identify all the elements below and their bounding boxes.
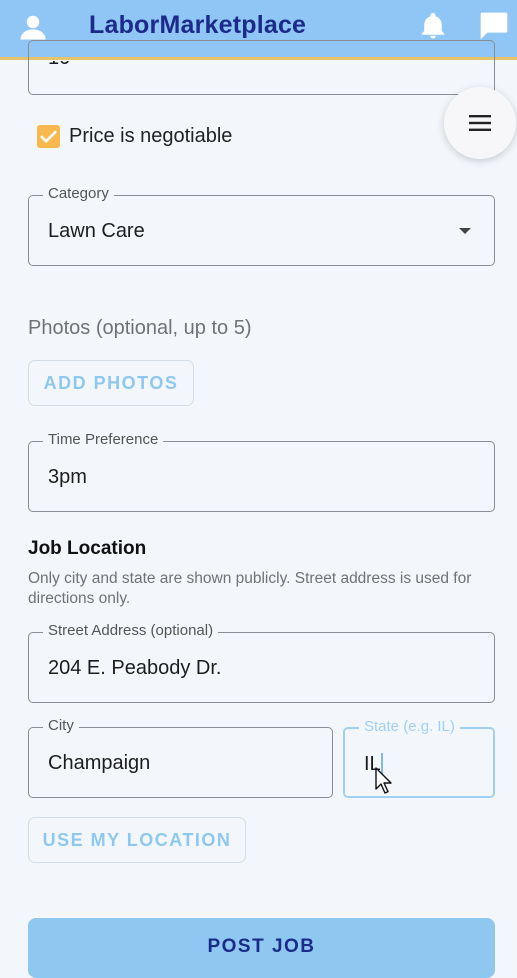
top-field-value: 10 bbox=[48, 47, 71, 69]
negotiable-label[interactable]: Price is negotiable bbox=[69, 125, 232, 148]
negotiable-checkbox[interactable] bbox=[37, 125, 60, 148]
hamburger-menu-icon bbox=[469, 115, 491, 131]
time-preference-value: 3pm bbox=[48, 466, 87, 488]
account-icon[interactable] bbox=[18, 12, 48, 42]
chat-icon[interactable] bbox=[478, 10, 510, 42]
time-preference-label: Time Preference bbox=[43, 431, 164, 448]
bell-icon[interactable] bbox=[418, 10, 448, 42]
top-number-field[interactable]: 10 bbox=[28, 40, 495, 95]
category-label: Category bbox=[43, 185, 114, 202]
category-select[interactable]: Category Lawn Care bbox=[28, 185, 495, 266]
city-value: Champaign bbox=[48, 752, 151, 774]
state-field[interactable]: State (e.g. IL) IL bbox=[343, 718, 495, 798]
add-photos-button[interactable]: ADD PHOTOS bbox=[28, 360, 194, 406]
state-label: State (e.g. IL) bbox=[359, 718, 460, 735]
app-title: LaborMarketplace bbox=[89, 11, 307, 39]
street-address-label: Street Address (optional) bbox=[43, 622, 219, 639]
city-label: City bbox=[43, 717, 79, 734]
check-icon bbox=[40, 130, 57, 143]
street-address-field[interactable]: Street Address (optional) 204 E. Peabody… bbox=[28, 622, 495, 703]
photos-label: Photos (optional, up to 5) bbox=[28, 317, 252, 339]
mouse-pointer-icon bbox=[375, 767, 392, 794]
category-value: Lawn Care bbox=[48, 220, 145, 242]
time-preference-field[interactable]: Time Preference 3pm bbox=[28, 431, 495, 512]
post-job-button[interactable]: POST JOB bbox=[28, 918, 495, 978]
job-location-heading: Job Location bbox=[28, 538, 147, 559]
street-address-value: 204 E. Peabody Dr. bbox=[48, 657, 222, 679]
use-my-location-button[interactable]: USE MY LOCATION bbox=[28, 817, 246, 863]
dropdown-arrow-icon bbox=[459, 228, 471, 234]
city-field[interactable]: City Champaign bbox=[28, 717, 333, 798]
menu-fab-button[interactable] bbox=[444, 87, 516, 159]
job-location-description: Only city and state are shown publicly. … bbox=[28, 570, 472, 607]
